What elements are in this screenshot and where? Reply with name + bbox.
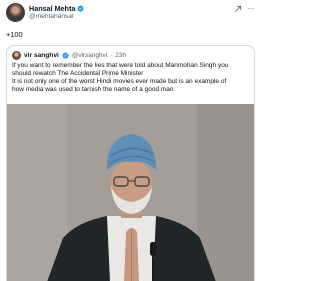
quoted-separator: ·: [110, 51, 113, 59]
verified-badge-icon: [77, 5, 84, 12]
quoted-text-line: It is not only one of the worst Hindi mo…: [12, 78, 227, 86]
post-text: +100: [6, 30, 23, 39]
quoted-post-text: If you want to remember the lies that we…: [12, 62, 250, 94]
author-name-row: Hansal Mehta: [29, 4, 84, 13]
grok-icon[interactable]: [234, 5, 242, 13]
post-header: Hansal Mehta @mehtahansal ···: [6, 3, 256, 23]
quoted-post[interactable]: vir sanghvi @virsanghvi · 23h If you wan…: [6, 45, 255, 281]
quoted-text-line: how media was used to tarnish the name o…: [12, 86, 174, 94]
portrait-illustration: [7, 104, 254, 281]
avatar[interactable]: [6, 3, 25, 22]
quoted-text-line: If you want to remember the lies that we…: [12, 62, 229, 69]
author-name[interactable]: Hansal Mehta: [29, 4, 75, 13]
quoted-avatar: [12, 50, 21, 60]
post: Hansal Mehta @mehtahansal ··· +100 vir s…: [0, 0, 262, 281]
quoted-media-image[interactable]: [7, 104, 254, 281]
author-handle[interactable]: @mehtahansal: [29, 13, 73, 20]
quoted-author-name: vir sanghvi: [24, 51, 59, 59]
quoted-post-header: vir sanghvi @virsanghvi · 23h: [12, 50, 126, 60]
more-options-icon[interactable]: ···: [248, 5, 255, 13]
quoted-text-line: should rewatch The Accidental Prime Mini…: [12, 70, 144, 78]
verified-badge-icon: [62, 52, 69, 59]
quoted-timestamp: 23h: [115, 51, 126, 59]
quoted-author-handle: @virsanghvi: [71, 51, 108, 59]
